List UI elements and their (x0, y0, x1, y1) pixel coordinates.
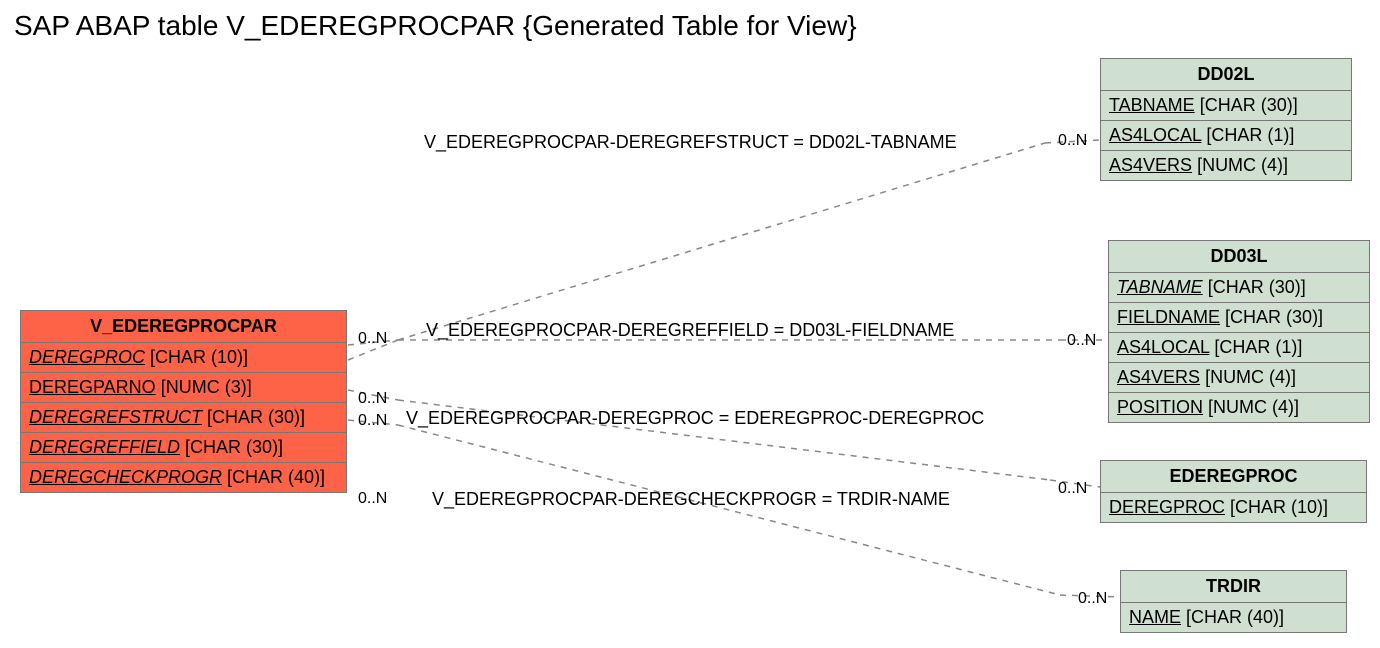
field-row: FIELDNAME [CHAR (30)] (1109, 303, 1369, 333)
field-name: AS4LOCAL (1109, 125, 1201, 145)
field-row: AS4VERS [NUMC (4)] (1109, 363, 1369, 393)
cardinality-label: 0..N (358, 390, 387, 408)
relationship-label: V_EDEREGPROCPAR-DEREGREFFIELD = DD03L-FI… (426, 320, 954, 341)
field-name: TABNAME (1109, 95, 1195, 115)
entity-header: DD03L (1109, 241, 1369, 273)
field-name: DEREGREFFIELD (29, 437, 180, 457)
cardinality-label: 0..N (1078, 590, 1107, 608)
field-row: DEREGPROC [CHAR (10)] (21, 343, 346, 373)
field-type: [CHAR (10)] (150, 347, 248, 367)
field-name: AS4LOCAL (1117, 337, 1209, 357)
field-type: [CHAR (30)] (185, 437, 283, 457)
field-row: AS4LOCAL [CHAR (1)] (1101, 121, 1351, 151)
field-name: DEREGREFSTRUCT (29, 407, 202, 427)
field-name: DEREGPROC (29, 347, 145, 367)
field-name: AS4VERS (1109, 155, 1192, 175)
cardinality-label: 0..N (358, 490, 387, 508)
field-name: NAME (1129, 607, 1181, 627)
field-name: AS4VERS (1117, 367, 1200, 387)
field-type: [CHAR (40)] (227, 467, 325, 487)
field-type: [CHAR (1)] (1206, 125, 1294, 145)
field-type: [CHAR (1)] (1214, 337, 1302, 357)
entity-header: DD02L (1101, 59, 1351, 91)
field-type: [NUMC (4)] (1208, 397, 1299, 417)
field-row: DEREGREFFIELD [CHAR (30)] (21, 433, 346, 463)
entity-dd02l: DD02L TABNAME [CHAR (30)] AS4LOCAL [CHAR… (1100, 58, 1352, 181)
entity-dd03l: DD03L TABNAME [CHAR (30)] FIELDNAME [CHA… (1108, 240, 1370, 423)
page-title: SAP ABAP table V_EDEREGPROCPAR {Generate… (14, 10, 857, 42)
relationship-label: V_EDEREGPROCPAR-DEREGPROC = EDEREGPROC-D… (406, 408, 984, 429)
field-type: [CHAR (40)] (1186, 607, 1284, 627)
field-name: DEREGPARNO (29, 377, 156, 397)
cardinality-label: 0..N (1067, 332, 1096, 350)
field-type: [CHAR (30)] (1225, 307, 1323, 327)
field-row: NAME [CHAR (40)] (1121, 603, 1346, 632)
cardinality-label: 0..N (358, 330, 387, 348)
entity-header: V_EDEREGPROCPAR (21, 311, 346, 343)
field-name: FIELDNAME (1117, 307, 1220, 327)
cardinality-label: 0..N (358, 412, 387, 430)
entity-header: TRDIR (1121, 571, 1346, 603)
field-type: [CHAR (30)] (207, 407, 305, 427)
field-row: DEREGREFSTRUCT [CHAR (30)] (21, 403, 346, 433)
entity-trdir: TRDIR NAME [CHAR (40)] (1120, 570, 1347, 633)
entity-v-ederegprocpar: V_EDEREGPROCPAR DEREGPROC [CHAR (10)] DE… (20, 310, 347, 493)
field-type: [CHAR (30)] (1208, 277, 1306, 297)
field-row: DEREGCHECKPROGR [CHAR (40)] (21, 463, 346, 492)
field-row: AS4LOCAL [CHAR (1)] (1109, 333, 1369, 363)
field-name: TABNAME (1117, 277, 1203, 297)
field-type: [CHAR (10)] (1230, 497, 1328, 517)
field-name: POSITION (1117, 397, 1203, 417)
field-name: DEREGPROC (1109, 497, 1225, 517)
field-type: [CHAR (30)] (1200, 95, 1298, 115)
field-row: TABNAME [CHAR (30)] (1101, 91, 1351, 121)
field-row: DEREGPROC [CHAR (10)] (1101, 493, 1366, 522)
field-row: TABNAME [CHAR (30)] (1109, 273, 1369, 303)
cardinality-label: 0..N (1058, 480, 1087, 498)
relationship-label: V_EDEREGPROCPAR-DEREGREFSTRUCT = DD02L-T… (424, 132, 957, 153)
field-row: DEREGPARNO [NUMC (3)] (21, 373, 346, 403)
field-type: [NUMC (3)] (161, 377, 252, 397)
field-type: [NUMC (4)] (1197, 155, 1288, 175)
entity-header: EDEREGPROC (1101, 461, 1366, 493)
field-type: [NUMC (4)] (1205, 367, 1296, 387)
field-row: POSITION [NUMC (4)] (1109, 393, 1369, 422)
entity-ederegproc: EDEREGPROC DEREGPROC [CHAR (10)] (1100, 460, 1367, 523)
relationship-label: V_EDEREGPROCPAR-DEREGCHECKPROGR = TRDIR-… (432, 489, 950, 510)
field-row: AS4VERS [NUMC (4)] (1101, 151, 1351, 180)
cardinality-label: 0..N (1058, 132, 1087, 150)
field-name: DEREGCHECKPROGR (29, 467, 222, 487)
